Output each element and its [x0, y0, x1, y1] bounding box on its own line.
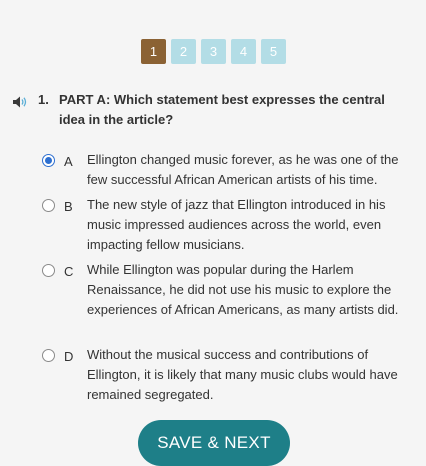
option-letter: B [64, 199, 73, 214]
question-pager: 1 2 3 4 5 [141, 39, 286, 64]
page-button-1[interactable]: 1 [141, 39, 166, 64]
radio-a[interactable] [42, 154, 55, 167]
option-text: Without the musical success and contribu… [87, 347, 398, 402]
page-button-3[interactable]: 3 [201, 39, 226, 64]
question-text: PART A: Which statement best expresses t… [59, 92, 385, 127]
option-letter: C [64, 264, 74, 279]
page-button-5[interactable]: 5 [261, 39, 286, 64]
option-text: Ellington changed music forever, as he w… [87, 152, 399, 187]
question-number: 1. [38, 92, 49, 107]
option-letter: A [64, 154, 73, 169]
radio-b[interactable] [42, 199, 55, 212]
radio-c[interactable] [42, 264, 55, 277]
speaker-icon[interactable] [12, 95, 28, 109]
option-text: The new style of jazz that Ellington int… [87, 197, 386, 252]
page-button-2[interactable]: 2 [171, 39, 196, 64]
page-button-4[interactable]: 4 [231, 39, 256, 64]
option-letter: D [64, 349, 74, 364]
option-text: While Ellington was popular during the H… [87, 262, 399, 317]
save-next-button[interactable]: SAVE & NEXT [138, 420, 290, 466]
radio-d[interactable] [42, 349, 55, 362]
